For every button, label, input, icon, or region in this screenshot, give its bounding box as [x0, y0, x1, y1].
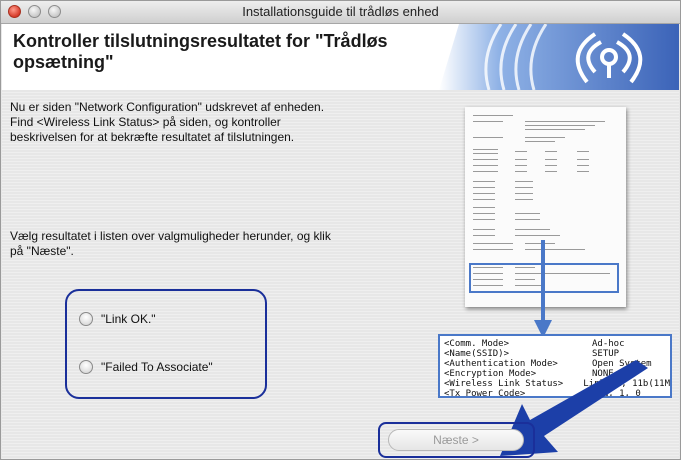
- instructions-paragraph: Nu er siden "Network Configuration" udsk…: [10, 100, 430, 145]
- option-failed-to-associate[interactable]: "Failed To Associate": [79, 360, 213, 374]
- header-banner: Kontroller tilslutningsresultatet for "T…: [2, 24, 679, 90]
- next-button[interactable]: Næste >: [388, 429, 524, 451]
- radio-button-failed-to-associate[interactable]: [79, 360, 93, 374]
- instruction-line: beskrivelsen for at bekræfte resultatet …: [10, 130, 295, 144]
- page-title-line-1: Kontroller tilslutningsresultatet for "T…: [13, 31, 388, 51]
- instruction-line: på "Næste".: [10, 244, 74, 258]
- instruction-line: Find <Wireless Link Status> på siden, og…: [10, 115, 281, 129]
- detail-row: <Name(SSID)> SETUP: [444, 349, 620, 359]
- installer-window: Installationsguide til trådløs enhed Kon…: [0, 0, 681, 460]
- option-link-ok[interactable]: "Link OK.": [79, 312, 156, 326]
- option-label-failed-to-associate: "Failed To Associate": [101, 360, 213, 374]
- wireless-signal-icon: [439, 24, 679, 90]
- options-highlight-box: "Link OK." "Failed To Associate": [65, 289, 267, 399]
- page-title-line-2: opsætning": [13, 52, 114, 72]
- option-label-link-ok: "Link OK.": [101, 312, 156, 326]
- down-arrow-icon: [534, 240, 552, 338]
- detail-row: <Comm. Mode> Ad-hoc: [444, 339, 625, 349]
- instruction-line: Vælg resultatet i listen over valgmuligh…: [10, 229, 331, 243]
- title-bar: Installationsguide til trådløs enhed: [1, 1, 680, 24]
- content-area: Nu er siden "Network Configuration" udsk…: [2, 90, 679, 459]
- page-title: Kontroller tilslutningsresultatet for "T…: [13, 31, 433, 73]
- selection-instructions: Vælg resultatet i listen over valgmuligh…: [10, 229, 440, 259]
- radio-button-link-ok[interactable]: [79, 312, 93, 326]
- instruction-line: Nu er siden "Network Configuration" udsk…: [10, 100, 325, 114]
- window-title: Installationsguide til trådløs enhed: [242, 4, 439, 19]
